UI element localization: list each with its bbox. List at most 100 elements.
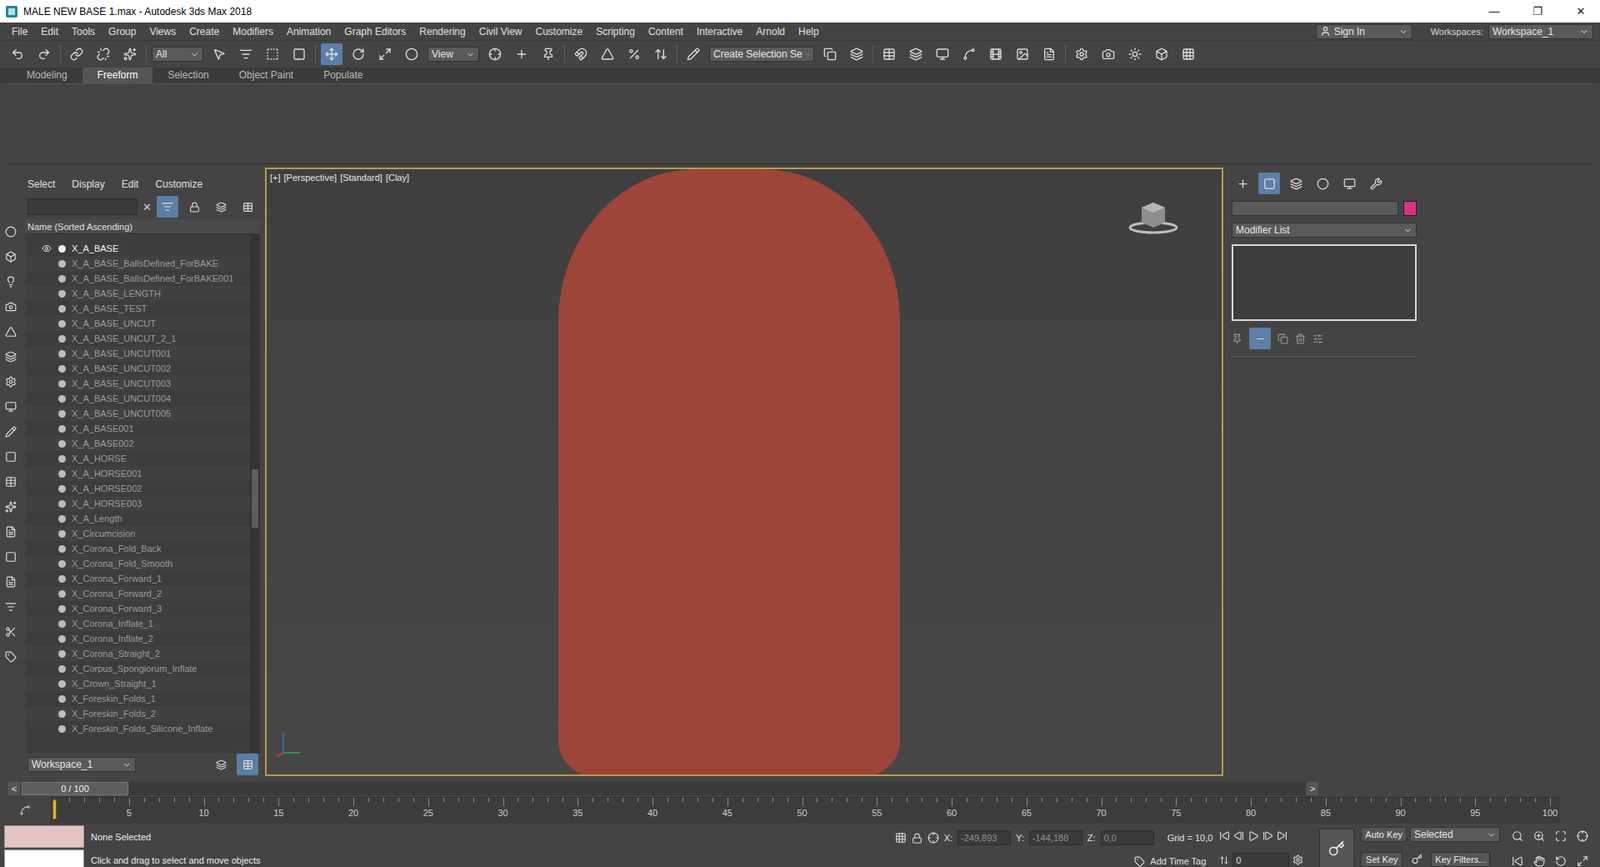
x-field[interactable]: -249,893 (957, 830, 1011, 845)
render-dot[interactable] (58, 695, 66, 703)
menu-item[interactable]: Interactive (691, 25, 751, 38)
toolbar-tool-icon[interactable] (537, 43, 560, 65)
make-unique-icon[interactable] (1277, 333, 1289, 345)
visibility-toggle[interactable] (40, 572, 53, 585)
visibility-toggle[interactable] (40, 557, 53, 570)
menu-item[interactable]: Edit (35, 25, 67, 38)
toolbar-tool-icon[interactable] (484, 43, 506, 65)
explorer-filter-icon[interactable] (0, 295, 22, 318)
modifier-list-dropdown[interactable]: Modifier List (1231, 222, 1417, 238)
render-dot[interactable] (58, 365, 66, 373)
visibility-toggle[interactable] (40, 632, 53, 645)
render-dot[interactable] (58, 620, 66, 628)
render-dot[interactable] (58, 500, 66, 508)
visibility-toggle[interactable] (40, 257, 53, 270)
render-dot[interactable] (58, 395, 66, 403)
ribbon-tab[interactable]: Populate (308, 67, 378, 84)
explorer-filter-icon[interactable] (0, 570, 22, 593)
explorer-filter-icon[interactable] (0, 345, 22, 368)
explorer-filter-icon[interactable] (0, 395, 22, 418)
maxscript-output[interactable] (4, 825, 85, 848)
render-dot[interactable] (58, 470, 66, 478)
hierarchy-tab-icon[interactable] (1285, 172, 1307, 195)
render-dot[interactable] (58, 545, 66, 553)
object-row[interactable]: X_A_BASE_UNCUT001 (25, 345, 250, 361)
explorer-filter-icon[interactable] (0, 595, 22, 618)
next-frame-icon[interactable] (1262, 830, 1274, 841)
explorer-filter-icon[interactable] (0, 445, 22, 468)
visibility-toggle[interactable] (40, 512, 53, 525)
clear-search-button[interactable]: ✕ (142, 200, 152, 214)
toolbar-tool-icon[interactable] (1150, 43, 1173, 65)
object-row[interactable]: X_A_HORSE002 (25, 480, 250, 496)
auto-key-button[interactable]: Auto Key (1360, 826, 1407, 842)
object-row[interactable]: X_A_BASE_UNCUT003 (25, 375, 250, 391)
object-row[interactable]: X_Corona_Fold_Back (25, 540, 250, 556)
object-row[interactable]: X_Foreskin_Folds_2 (25, 705, 250, 721)
key-mode-dropdown[interactable]: Selected (1410, 826, 1500, 842)
explorer-filter-icon[interactable] (0, 470, 22, 493)
lock-icon[interactable] (183, 195, 205, 218)
visibility-toggle[interactable] (40, 407, 53, 420)
explorer-filter-icon[interactable] (0, 420, 22, 443)
visibility-toggle[interactable] (40, 707, 53, 720)
toolbar-tool-icon[interactable] (6, 43, 29, 65)
render-dot[interactable] (58, 590, 66, 598)
render-dot[interactable] (58, 380, 66, 388)
menu-item[interactable]: Tools (66, 25, 104, 38)
navigation-icon[interactable] (1550, 825, 1572, 847)
explorer-filter-icon[interactable] (0, 620, 22, 643)
visibility-toggle[interactable] (40, 332, 53, 345)
object-row[interactable]: X_Corona_Inflate_1 (25, 615, 250, 631)
explorer-filter-icon[interactable] (0, 495, 22, 518)
key-icon[interactable] (1405, 848, 1428, 867)
visibility-toggle[interactable] (40, 452, 53, 465)
object-row[interactable]: X_A_BASE_UNCUT005 (25, 405, 250, 421)
navigation-icon[interactable] (1571, 825, 1594, 847)
visibility-toggle[interactable] (40, 392, 53, 405)
render-dot[interactable] (58, 485, 66, 493)
selection-lock-icon[interactable] (911, 832, 923, 844)
explorer-filter-icon[interactable] (0, 245, 22, 268)
explorer-filter-icon[interactable] (0, 545, 22, 568)
viewport-label-item[interactable]: [Clay] (385, 172, 410, 183)
toolbar-tool-icon[interactable] (235, 43, 257, 65)
visibility-toggle[interactable] (40, 542, 53, 555)
explorer-menu-item[interactable]: Select (27, 178, 55, 190)
utilities-tab-icon[interactable] (1365, 172, 1387, 195)
render-dot[interactable] (58, 530, 66, 538)
menu-item[interactable]: Modifiers (227, 25, 282, 38)
pin-icon[interactable] (1231, 333, 1243, 345)
object-row[interactable]: X_Corona_Fold_Smooth (25, 555, 250, 571)
toolbar-tool-icon[interactable] (682, 43, 705, 65)
render-dot[interactable] (58, 305, 66, 313)
render-dot[interactable] (58, 665, 66, 673)
ribbon-tab[interactable]: Modeling (11, 67, 83, 84)
visibility-toggle[interactable] (40, 617, 53, 630)
navigation-icon[interactable] (1506, 825, 1529, 847)
explorer-menu-item[interactable]: Display (71, 178, 105, 190)
menu-item[interactable]: Create (184, 25, 228, 38)
toolbar-tool-icon[interactable] (119, 43, 141, 65)
object-row[interactable]: X_A_BASE_BallsDefined_ForBAKE (25, 255, 250, 271)
workspace-dropdown[interactable]: Workspace_1 (1488, 24, 1594, 40)
render-dot[interactable] (58, 275, 66, 283)
prev-frame-button[interactable]: < (8, 781, 20, 795)
object-row[interactable]: X_A_BASE001 (25, 420, 250, 436)
current-frame-field[interactable]: 0 (1232, 852, 1290, 867)
ribbon-tab[interactable]: Selection (152, 67, 224, 84)
go-to-end-icon[interactable] (1276, 830, 1288, 841)
time-config-icon[interactable] (1292, 854, 1304, 865)
menu-item[interactable]: Scripting (590, 25, 644, 38)
visibility-toggle[interactable] (40, 467, 53, 480)
menu-item[interactable]: Views (144, 25, 185, 38)
object-row[interactable]: X_A_BASE002 (25, 435, 250, 451)
object-row[interactable]: X_A_BASE (25, 240, 250, 256)
render-dot[interactable] (58, 350, 66, 358)
navigation-icon[interactable] (1550, 850, 1572, 867)
visibility-toggle[interactable] (40, 242, 53, 255)
object-row[interactable]: X_Foreskin_Folds_Silicone_Inflate (25, 720, 250, 736)
toolbar-tool-icon[interactable] (288, 43, 310, 65)
z-field[interactable]: 0,0 (1100, 830, 1155, 845)
previous-frame-icon[interactable] (1233, 830, 1245, 841)
